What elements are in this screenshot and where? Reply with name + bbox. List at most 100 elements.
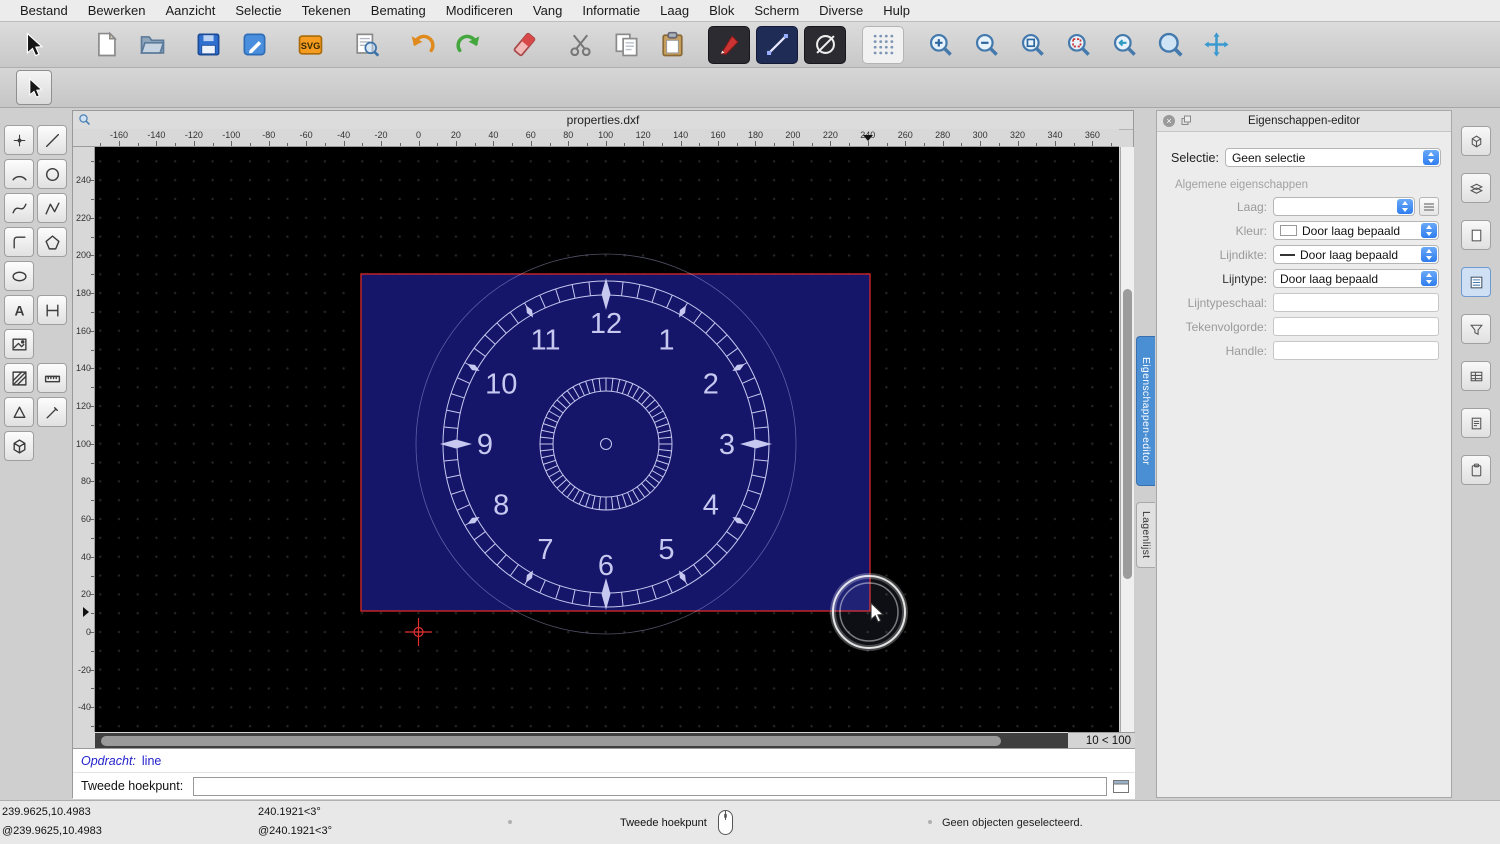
svg-text:4: 4 xyxy=(703,490,719,522)
paste-button[interactable] xyxy=(652,27,692,63)
field-combo[interactable] xyxy=(1273,197,1415,216)
corner-tool[interactable] xyxy=(4,227,34,257)
text-icon: A xyxy=(11,302,28,319)
layer-list-button[interactable] xyxy=(1461,173,1491,203)
copy-button[interactable] xyxy=(606,27,646,63)
menu-scherm[interactable]: Scherm xyxy=(744,3,809,18)
command-input[interactable] xyxy=(193,777,1107,796)
polyline-tool[interactable] xyxy=(37,193,67,223)
spline-tool[interactable] xyxy=(4,193,34,223)
block-list-button[interactable] xyxy=(1461,126,1491,156)
edit-button[interactable] xyxy=(234,27,274,63)
dim-tool[interactable] xyxy=(37,295,67,325)
new-button[interactable] xyxy=(86,27,126,63)
field-input[interactable] xyxy=(1273,341,1439,360)
menu-selectie[interactable]: Selectie xyxy=(225,3,291,18)
hatch-tool[interactable] xyxy=(4,363,34,393)
field-combo[interactable]: Door laag bepaald xyxy=(1273,245,1439,264)
menu-hulp[interactable]: Hulp xyxy=(873,3,920,18)
stepper-icon[interactable] xyxy=(1421,271,1437,286)
pen-button[interactable] xyxy=(708,26,750,64)
svg-button[interactable]: SVG xyxy=(290,27,330,63)
menu-vang[interactable]: Vang xyxy=(523,3,572,18)
redo-button[interactable] xyxy=(448,27,488,63)
field-combo[interactable]: Door laag bepaald xyxy=(1273,221,1439,240)
clipboard-panel-button[interactable] xyxy=(1461,455,1491,485)
field-value: Door laag bepaald xyxy=(1302,224,1400,238)
delete-button[interactable] xyxy=(504,27,544,63)
vertical-scroll-thumb[interactable] xyxy=(1123,289,1132,579)
stepper-icon[interactable] xyxy=(1423,150,1439,165)
library-browser-button[interactable] xyxy=(1461,361,1491,391)
stepper-icon[interactable] xyxy=(1397,199,1413,214)
drawing-canvas[interactable]: 121234567891011 xyxy=(95,147,1119,732)
menu-laag[interactable]: Laag xyxy=(650,3,699,18)
layer-menu-button[interactable] xyxy=(1419,197,1439,216)
modify-tool[interactable] xyxy=(37,397,67,427)
tab-layer-list[interactable]: Lagenlijst xyxy=(1136,502,1155,568)
zoom-previous-icon xyxy=(1111,31,1138,58)
command-list-button[interactable] xyxy=(1461,408,1491,438)
svg-text:9: 9 xyxy=(477,429,493,461)
menu-bewerken[interactable]: Bewerken xyxy=(78,3,156,18)
point-tool[interactable] xyxy=(4,125,34,155)
menu-tekenen[interactable]: Tekenen xyxy=(292,3,361,18)
line-tool[interactable] xyxy=(37,125,67,155)
horizontal-scroll-thumb[interactable] xyxy=(101,736,1001,746)
menu-blok[interactable]: Blok xyxy=(699,3,744,18)
close-icon[interactable]: × xyxy=(1163,115,1175,127)
h-ruler-label: 60 xyxy=(526,130,536,140)
zoom-selection-button[interactable] xyxy=(1058,27,1098,63)
h-ruler-label: 340 xyxy=(1047,130,1062,140)
zoom-out-button[interactable] xyxy=(966,27,1006,63)
h-ruler-label: 320 xyxy=(1010,130,1025,140)
zoom-previous-button[interactable] xyxy=(1104,27,1144,63)
shape-tool[interactable] xyxy=(4,397,34,427)
select-button[interactable] xyxy=(12,27,52,63)
box3d-tool[interactable] xyxy=(4,431,34,461)
menu-modificeren[interactable]: Modificeren xyxy=(436,3,523,18)
field-input[interactable] xyxy=(1273,293,1439,312)
ruler-tool[interactable] xyxy=(37,363,67,393)
menu-aanzicht[interactable]: Aanzicht xyxy=(156,3,226,18)
image-tool[interactable] xyxy=(4,329,34,359)
save-button[interactable] xyxy=(188,27,228,63)
detach-icon[interactable] xyxy=(1181,115,1192,129)
circle-tool[interactable] xyxy=(37,159,67,189)
menu-bestand[interactable]: Bestand xyxy=(10,3,78,18)
polygon-tool[interactable] xyxy=(37,227,67,257)
print-preview-button[interactable] xyxy=(346,27,386,63)
selection-filter-button[interactable] xyxy=(1461,314,1491,344)
view-list-button[interactable] xyxy=(1461,220,1491,250)
arc-tool[interactable] xyxy=(4,159,34,189)
line-button[interactable] xyxy=(756,26,798,64)
cut-button[interactable] xyxy=(560,27,600,63)
console-panel-button[interactable] xyxy=(1113,780,1129,793)
stepper-icon[interactable] xyxy=(1421,223,1437,238)
zoom-auto-button[interactable] xyxy=(1012,27,1052,63)
selection-combo[interactable]: Geen selectie xyxy=(1225,148,1441,167)
horizontal-scrollbar[interactable] xyxy=(95,733,1068,748)
field-combo[interactable]: Door laag bepaald xyxy=(1273,269,1439,288)
field-input[interactable] xyxy=(1273,317,1439,336)
text-tool[interactable]: A xyxy=(4,295,34,325)
panel-header: × Eigenschappen-editor xyxy=(1157,111,1451,132)
undo-button[interactable] xyxy=(402,27,442,63)
ellipse-tool[interactable] xyxy=(4,261,34,291)
vertical-scrollbar[interactable] xyxy=(1120,147,1134,732)
grid-button[interactable] xyxy=(862,26,904,64)
pan-button[interactable] xyxy=(1196,27,1236,63)
circle-button[interactable] xyxy=(804,26,846,64)
stepper-icon[interactable] xyxy=(1421,247,1437,262)
tab-property-editor[interactable]: Eigenschappen-editor xyxy=(1136,336,1155,486)
property-editor-button[interactable] xyxy=(1461,267,1491,297)
palette-spacer xyxy=(37,261,67,291)
select-tool-button[interactable] xyxy=(16,70,52,105)
menu-informatie[interactable]: Informatie xyxy=(572,3,650,18)
svg-text:2: 2 xyxy=(703,369,719,401)
open-button[interactable] xyxy=(132,27,172,63)
menu-bemating[interactable]: Bemating xyxy=(361,3,436,18)
zoom-window-button[interactable] xyxy=(1150,27,1190,63)
zoom-in-button[interactable] xyxy=(920,27,960,63)
menu-diverse[interactable]: Diverse xyxy=(809,3,873,18)
